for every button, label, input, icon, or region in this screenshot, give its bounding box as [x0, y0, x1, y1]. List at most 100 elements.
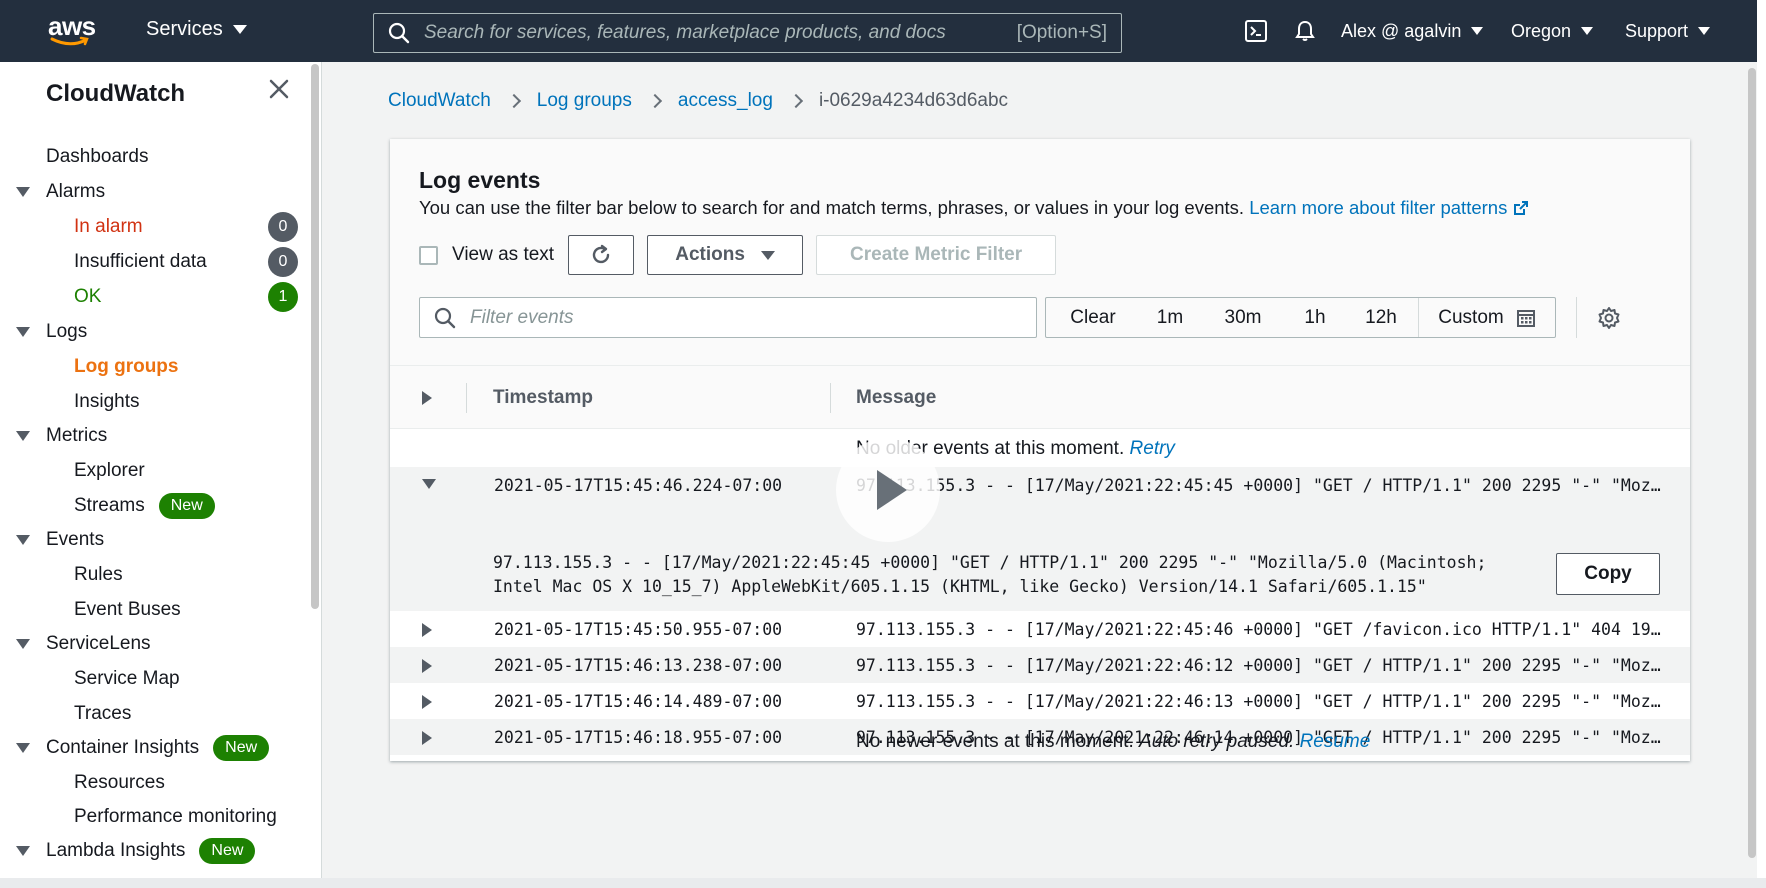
table-row[interactable]: 2021-05-17T15:45:50.955-07:00 97.113.155…	[390, 611, 1690, 647]
search-shortcut-hint: [Option+S]	[1016, 22, 1107, 43]
divider	[1576, 297, 1577, 338]
sidebar-item-label: Dashboards	[46, 146, 149, 167]
sidebar-item-container-insights[interactable]: Container Insights New	[16, 731, 270, 765]
learn-more-link[interactable]: Learn more about filter patterns	[1249, 197, 1529, 218]
chevron-down-icon	[1471, 27, 1484, 35]
sidebar-item-traces[interactable]: Traces	[74, 697, 131, 731]
global-search-input[interactable]: Search for services, features, marketpla…	[373, 13, 1122, 53]
sidebar-item-insufficient-data[interactable]: Insufficient data	[74, 245, 207, 279]
breadcrumb: CloudWatch Log groups access_log i-0629a…	[388, 90, 1008, 112]
main-scrollbar[interactable]	[1747, 62, 1757, 868]
aws-logo-text: aws	[48, 11, 96, 41]
event-timestamp: 2021-05-17T15:46:13.238-07:00	[494, 656, 783, 675]
breadcrumb-log-groups[interactable]: Log groups	[537, 90, 632, 112]
sidebar-item-performance-monitoring[interactable]: Performance monitoring	[74, 800, 277, 834]
sidebar-item-label: OK	[74, 286, 102, 307]
notifications-button[interactable]	[1293, 0, 1317, 62]
account-menu[interactable]: Alex @ agalvin	[1341, 21, 1484, 42]
caret-down-icon[interactable]	[16, 639, 30, 649]
table-row[interactable]: 2021-05-17T15:45:46.224-07:00 97.113.155…	[390, 467, 1690, 503]
sidebar-item-streams[interactable]: Streams New	[74, 489, 215, 523]
view-as-text-checkbox[interactable]	[419, 245, 438, 265]
sidebar-item-log-groups[interactable]: Log groups	[74, 350, 178, 384]
caret-down-icon[interactable]	[16, 846, 30, 856]
sidebar-item-event-buses[interactable]: Event Buses	[74, 593, 181, 627]
breadcrumb-access-log[interactable]: access_log	[678, 90, 773, 112]
create-metric-filter-button[interactable]: Create Metric Filter	[816, 235, 1057, 275]
time-range-12h[interactable]: 12h	[1344, 298, 1418, 337]
sidebar-item-dashboards[interactable]: Dashboards	[46, 140, 148, 174]
resume-link[interactable]: Resume	[1300, 731, 1371, 752]
caret-down-icon[interactable]	[422, 479, 436, 489]
gear-icon[interactable]	[1597, 306, 1621, 330]
sidebar-item-in-alarm[interactable]: In alarm	[74, 210, 143, 244]
chevron-right-icon	[788, 93, 804, 109]
panel-header: Log events You can use the filter bar be…	[390, 139, 1690, 366]
sidebar-item-label: Traces	[74, 703, 132, 724]
cloudshell-icon	[1245, 20, 1267, 42]
copy-button[interactable]: Copy	[1556, 553, 1660, 595]
sidebar-item-alarms[interactable]: Alarms	[16, 175, 105, 209]
search-icon	[434, 307, 456, 328]
auto-retry-label: Auto retry paused.	[1139, 731, 1295, 752]
main-scrollbar-thumb[interactable]	[1748, 68, 1756, 858]
new-badge: New	[158, 493, 215, 519]
breadcrumb-cloudwatch[interactable]: CloudWatch	[388, 90, 491, 112]
event-message: 97.113.155.3 - - [17/May/2021:22:45:46 +…	[856, 620, 1666, 639]
region-menu[interactable]: Oregon	[1511, 20, 1594, 42]
refresh-button[interactable]	[568, 235, 635, 275]
column-divider[interactable]	[830, 383, 831, 413]
bell-icon	[1295, 20, 1315, 41]
caret-down-icon[interactable]	[16, 431, 30, 441]
search-placeholder: Search for services, features, marketpla…	[424, 22, 946, 43]
sidebar-item-insights[interactable]: Insights	[74, 385, 139, 419]
expand-all-toggle[interactable]	[422, 366, 432, 429]
filter-events-input[interactable]: Filter events	[419, 297, 1037, 338]
play-button[interactable]	[836, 438, 940, 542]
column-header-message[interactable]: Message	[856, 366, 936, 429]
time-range-custom[interactable]: Custom	[1418, 298, 1555, 337]
caret-right-icon[interactable]	[422, 623, 432, 637]
close-icon[interactable]	[266, 76, 292, 102]
log-events-panel: Log events You can use the filter bar be…	[390, 139, 1690, 761]
time-range-clear[interactable]: Clear	[1046, 298, 1140, 337]
retry-link[interactable]: Retry	[1130, 438, 1175, 459]
cloudshell-button[interactable]	[1244, 0, 1268, 62]
insufficient-data-count-badge: 0	[268, 247, 298, 277]
sidebar-item-explorer[interactable]: Explorer	[74, 454, 145, 488]
time-range-1h[interactable]: 1h	[1286, 298, 1344, 337]
sidebar-item-resources[interactable]: Resources	[74, 766, 165, 800]
support-menu[interactable]: Support	[1625, 21, 1711, 42]
sidebar-scrollbar[interactable]	[311, 64, 319, 609]
event-timestamp: 2021-05-17T15:46:14.489-07:00	[494, 692, 783, 711]
services-menu-button[interactable]: Services	[146, 18, 247, 41]
sidebar-item-label: Streams	[74, 495, 145, 516]
no-older-events-row: No older events at this moment. Retry	[390, 431, 1690, 467]
sidebar-item-servicelens[interactable]: ServiceLens	[16, 627, 151, 661]
table-row[interactable]: 2021-05-17T15:46:14.489-07:00 97.113.155…	[390, 683, 1690, 719]
caret-right-icon[interactable]	[422, 695, 432, 709]
column-header-timestamp[interactable]: Timestamp	[493, 366, 593, 429]
aws-logo[interactable]: aws	[48, 11, 100, 50]
sidebar-item-lambda-insights[interactable]: Lambda Insights New	[16, 834, 256, 868]
caret-down-icon[interactable]	[16, 743, 30, 753]
caret-down-icon	[760, 250, 775, 260]
sidebar: CloudWatch Dashboards Alarms In alarm 0 …	[0, 62, 322, 888]
table-row[interactable]: 2021-05-17T15:46:13.238-07:00 97.113.155…	[390, 647, 1690, 683]
region-label: Oregon	[1511, 20, 1572, 41]
sidebar-item-events[interactable]: Events	[16, 523, 104, 557]
in-alarm-count-badge: 0	[268, 212, 298, 242]
sidebar-item-rules[interactable]: Rules	[74, 558, 123, 592]
sidebar-item-label: Performance monitoring	[74, 806, 277, 827]
caret-down-icon[interactable]	[16, 535, 30, 545]
sidebar-item-logs[interactable]: Logs	[16, 315, 87, 349]
caret-down-icon[interactable]	[16, 187, 30, 197]
sidebar-item-metrics[interactable]: Metrics	[16, 419, 107, 453]
sidebar-item-service-map[interactable]: Service Map	[74, 662, 180, 696]
time-range-1m[interactable]: 1m	[1140, 298, 1200, 337]
sidebar-item-ok[interactable]: OK	[74, 280, 101, 314]
caret-right-icon[interactable]	[422, 659, 432, 673]
caret-down-icon[interactable]	[16, 327, 30, 337]
actions-button[interactable]: Actions	[647, 235, 804, 275]
time-range-30m[interactable]: 30m	[1200, 298, 1286, 337]
